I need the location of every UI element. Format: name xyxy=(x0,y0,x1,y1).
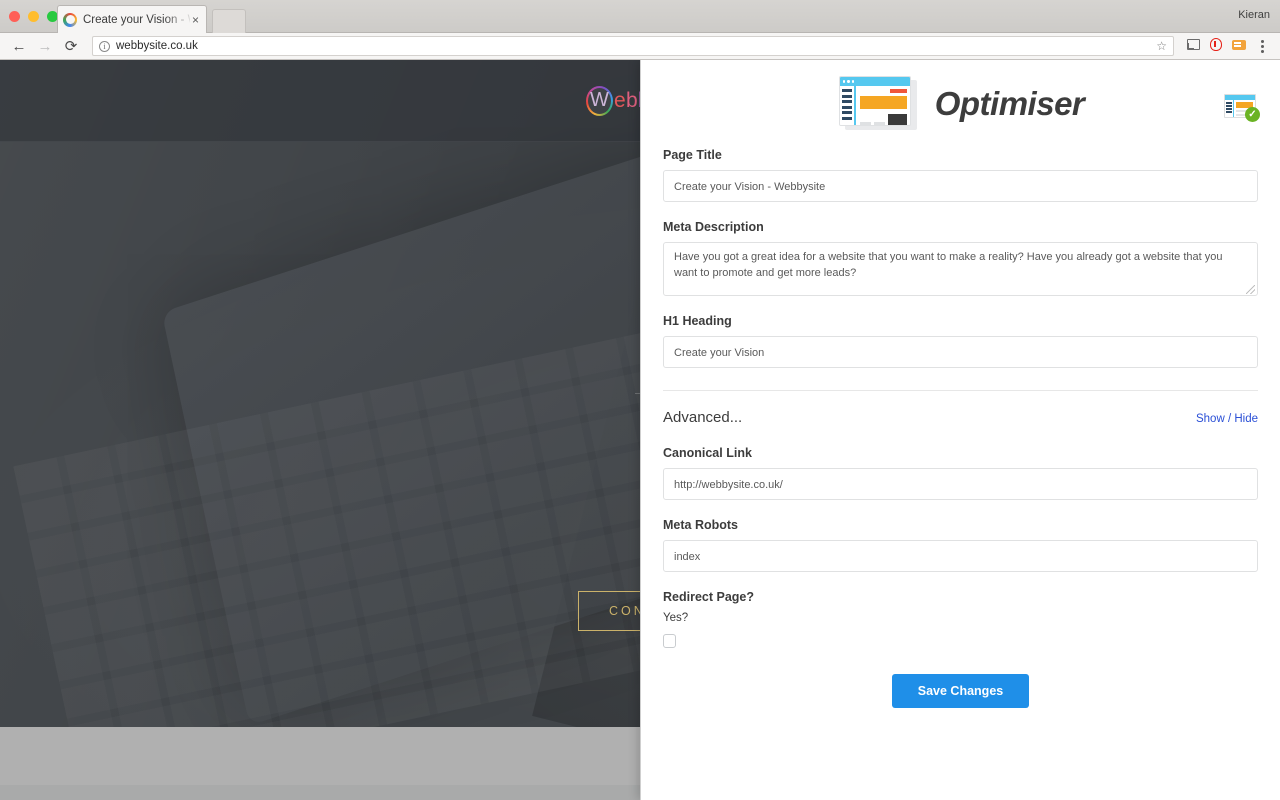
redirect-page-label: Redirect Page? xyxy=(663,590,755,604)
textarea-resize-handle[interactable] xyxy=(1246,285,1255,294)
minimize-window-button[interactable] xyxy=(28,11,39,22)
field-h1-heading: H1 Heading Create your Vision xyxy=(663,314,1258,368)
optimiser-brand: Optimiser xyxy=(837,76,1085,132)
field-canonical-link: Canonical Link http://webbysite.co.uk/ xyxy=(663,446,1258,500)
browser-toolbar: ← → ⟳ i webbysite.co.uk ☆ xyxy=(0,33,1280,60)
tab-strip: Create your Vision - Webbysite × Kieran xyxy=(0,0,1280,33)
window-traffic-lights[interactable] xyxy=(9,11,58,22)
address-bar[interactable]: i webbysite.co.uk ☆ xyxy=(92,36,1174,56)
bookmark-star-icon[interactable]: ☆ xyxy=(1156,39,1167,53)
optimiser-browser-window-icon xyxy=(837,76,921,132)
h1-heading-input[interactable]: Create your Vision xyxy=(663,336,1258,368)
webbysite-logo-circle-icon: W xyxy=(586,86,613,116)
field-page-title: Page Title Create your Vision - Webbysit… xyxy=(663,148,1258,202)
close-window-button[interactable] xyxy=(9,11,20,22)
field-redirect-page: Redirect Page? Yes? xyxy=(663,590,1258,648)
optimiser-form: Page Title Create your Vision - Webbysit… xyxy=(641,148,1280,708)
section-divider xyxy=(663,390,1258,391)
save-row: Save Changes xyxy=(663,674,1258,708)
cast-icon[interactable] xyxy=(1183,39,1203,53)
webbysite-favicon-icon xyxy=(63,12,77,27)
show-hide-link[interactable]: Show / Hide xyxy=(1196,413,1258,425)
optimiser-brand-title: Optimiser xyxy=(934,85,1085,122)
canonical-link-input[interactable]: http://webbysite.co.uk/ xyxy=(663,468,1258,500)
optimiser-verified-icon[interactable]: ✓ xyxy=(1224,94,1260,122)
save-changes-button[interactable]: Save Changes xyxy=(891,674,1030,708)
optimiser-panel: Optimiser ✓ Page Title Create your Visio… xyxy=(640,60,1280,800)
redirect-page-checkbox[interactable] xyxy=(663,634,676,648)
logo-letter-2: b xyxy=(625,88,638,112)
h1-heading-label: H1 Heading xyxy=(663,314,732,328)
meta-robots-label: Meta Robots xyxy=(663,518,738,532)
back-icon[interactable]: ← xyxy=(8,35,30,57)
meta-robots-input[interactable]: index xyxy=(663,540,1258,572)
meta-description-textarea[interactable]: Have you got a great idea for a website … xyxy=(663,242,1258,296)
canonical-link-label: Canonical Link xyxy=(663,446,752,460)
forward-icon[interactable]: → xyxy=(34,35,56,57)
profile-name[interactable]: Kieran xyxy=(1238,9,1270,21)
logo-letter-1: e xyxy=(614,88,626,112)
opera-extension-icon[interactable] xyxy=(1206,38,1226,54)
browser-chrome: Create your Vision - Webbysite × Kieran … xyxy=(0,0,1280,60)
check-mark-icon: ✓ xyxy=(1245,107,1260,122)
orange-extension-icon[interactable] xyxy=(1229,39,1249,53)
meta-description-value: Have you got a great idea for a website … xyxy=(674,251,1223,279)
chrome-menu-icon[interactable] xyxy=(1252,39,1272,53)
redirect-yes-label: Yes? xyxy=(663,612,689,624)
page-title-input[interactable]: Create your Vision - Webbysite xyxy=(663,170,1258,202)
tab-title: Create your Vision - Webbysite xyxy=(83,13,190,26)
advanced-title: Advanced... xyxy=(663,409,743,426)
field-meta-description: Meta Description Have you got a great id… xyxy=(663,220,1258,296)
webbysite-logo-letter: W xyxy=(590,89,610,111)
optimiser-header: Optimiser ✓ xyxy=(641,60,1280,148)
address-bar-url: webbysite.co.uk xyxy=(116,40,198,52)
advanced-section-header: Advanced... Show / Hide xyxy=(663,409,1258,426)
meta-description-label: Meta Description xyxy=(663,220,764,234)
reload-icon[interactable]: ⟳ xyxy=(60,35,82,57)
field-meta-robots: Meta Robots index xyxy=(663,518,1258,572)
site-info-icon[interactable]: i xyxy=(99,40,110,52)
browser-tab[interactable]: Create your Vision - Webbysite × xyxy=(57,5,207,33)
page-title-label: Page Title xyxy=(663,148,722,162)
page-viewport: W e b b y s i t e Delivered wi SEO CONSU… xyxy=(0,60,1280,800)
new-tab-button[interactable] xyxy=(212,9,246,33)
close-tab-icon[interactable]: × xyxy=(190,14,201,26)
